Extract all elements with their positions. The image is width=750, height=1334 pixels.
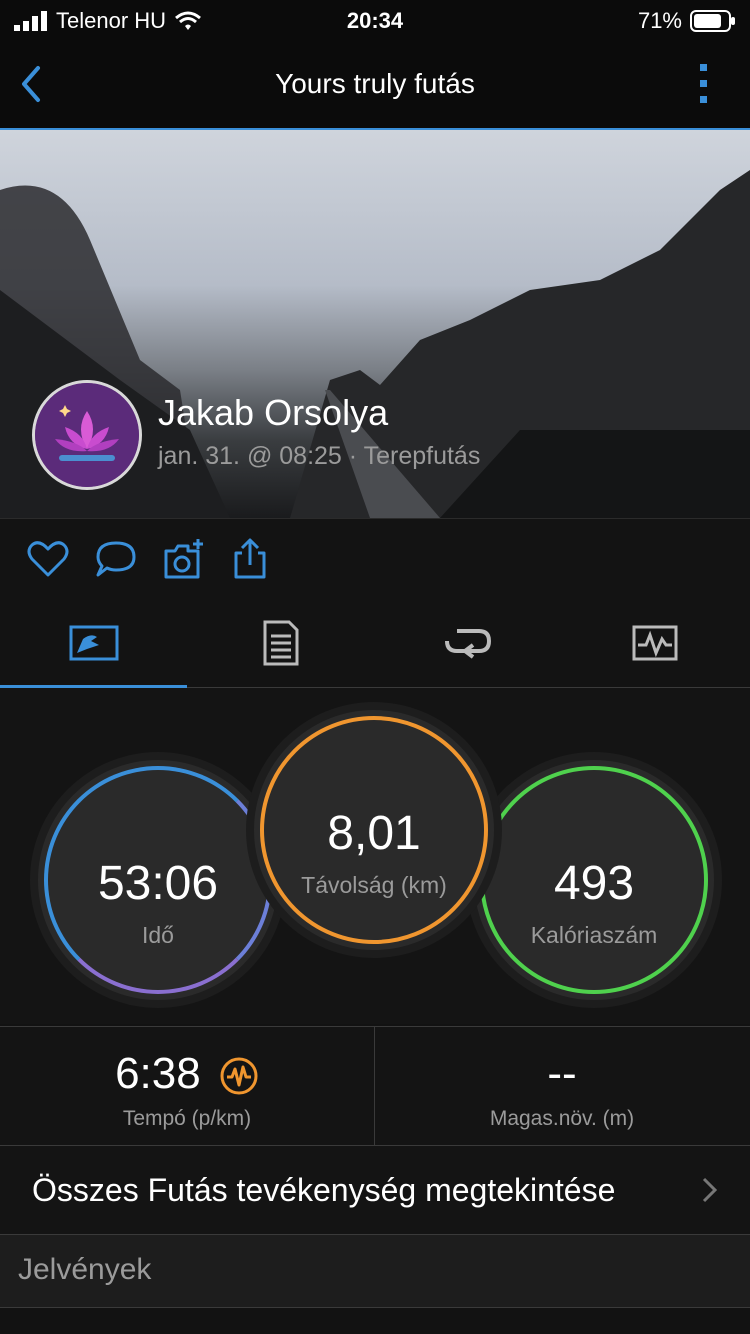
page-title: Yours truly futás	[275, 68, 475, 99]
tab-overview[interactable]	[0, 599, 187, 688]
battery-icon	[690, 10, 735, 32]
pace-label: Tempó (p/km)	[122, 1107, 252, 1130]
pace-value: 6:38	[115, 1049, 201, 1098]
calories-value: 493	[553, 857, 635, 910]
time-label: Idő	[142, 922, 174, 948]
stats-section: 53:06 Idő 493 Kalóriaszám 8,01 Távolság …	[0, 688, 750, 1024]
elevation-metric: -- Magas.növ. (m)	[375, 1027, 749, 1145]
like-heart-icon[interactable]	[26, 537, 70, 581]
activity-cover-photo[interactable]: Jakab Orsolya jan. 31. @ 08:25 · Terepfu…	[0, 130, 750, 518]
elevation-value: --	[547, 1049, 577, 1098]
chart-icon	[632, 625, 677, 661]
chevron-right-icon	[702, 1177, 718, 1203]
document-icon	[263, 620, 298, 666]
lotus-icon	[35, 383, 139, 487]
time-value: 53:06	[97, 857, 219, 910]
view-all-label: Összes Futás tevékenység megtekintése	[32, 1172, 616, 1208]
tab-charts[interactable]	[561, 599, 748, 687]
comment-icon[interactable]	[94, 537, 138, 581]
calories-circle: 493 Kalóriaszám	[474, 760, 714, 1000]
share-icon[interactable]	[228, 537, 272, 581]
pace-wave-icon[interactable]	[219, 1056, 259, 1096]
distance-circle: 8,01 Távolság (km)	[254, 710, 494, 950]
navigation-bar: Yours truly futás	[0, 40, 750, 130]
badges-title: Jelvények	[18, 1253, 152, 1286]
more-options-icon[interactable]	[694, 62, 714, 106]
map-flag-icon	[69, 625, 118, 661]
distance-value: 8,01	[327, 807, 421, 860]
pace-value-row: 6:38	[0, 1049, 374, 1099]
view-all-activities-row[interactable]: Összes Futás tevékenység megtekintése	[0, 1146, 750, 1235]
battery-percent: 71%	[637, 8, 682, 33]
badges-section-header: Jelvények	[0, 1235, 750, 1308]
pace-metric: 6:38 Tempó (p/km)	[0, 1027, 374, 1145]
activity-meta: jan. 31. @ 08:25 · Terepfutás	[158, 442, 481, 470]
distance-label: Távolság (km)	[301, 872, 447, 898]
time-circle: 53:06 Idő	[38, 760, 278, 1000]
tab-details[interactable]	[187, 599, 374, 687]
status-bar: Telenor HU 20:34 71%	[0, 0, 750, 40]
metrics-row: 6:38 Tempó (p/km) -- Magas.növ. (m)	[0, 1026, 750, 1146]
status-right: 71%	[638, 8, 736, 34]
elevation-label: Magas.növ. (m)	[489, 1107, 635, 1130]
activity-tabs	[0, 599, 750, 688]
avatar[interactable]	[32, 380, 142, 490]
loop-icon	[444, 629, 491, 659]
add-photo-icon[interactable]	[162, 537, 206, 581]
tab-laps[interactable]	[374, 599, 561, 687]
action-bar	[0, 518, 750, 600]
user-name[interactable]: Jakab Orsolya	[158, 392, 388, 434]
calories-label: Kalóriaszám	[530, 922, 658, 948]
